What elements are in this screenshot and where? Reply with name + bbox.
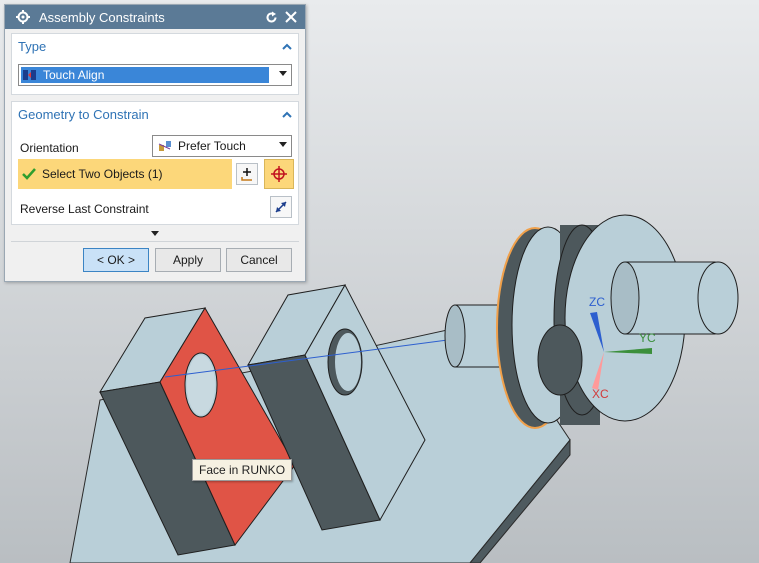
geometry-group: Geometry to Constrain Orientation Prefer… (11, 101, 299, 225)
reset-icon[interactable] (263, 9, 279, 25)
touch-align-icon (21, 69, 39, 81)
assembly-constraints-dialog: Assembly Constraints Type Touch Align Ge… (4, 4, 306, 282)
geometry-group-header[interactable]: Geometry to Constrain (12, 102, 298, 126)
type-group-label: Type (18, 38, 47, 54)
type-selected-label: Touch Align (43, 68, 105, 82)
orientation-label: Orientation (20, 141, 79, 155)
dialog-titlebar[interactable]: Assembly Constraints (5, 5, 305, 29)
geometry-group-label: Geometry to Constrain (18, 106, 149, 122)
gear-icon[interactable] (15, 9, 31, 25)
cancel-button[interactable]: Cancel (226, 248, 292, 272)
select-objects-row[interactable]: Select Two Objects (1) (18, 159, 232, 189)
orientation-value: Prefer Touch (178, 139, 246, 153)
collapse-icon[interactable] (280, 107, 294, 121)
dialog-title: Assembly Constraints (39, 9, 165, 25)
close-icon[interactable] (283, 9, 299, 25)
axis-label-xc: XC (592, 387, 609, 401)
apply-button[interactable]: Apply (155, 248, 221, 272)
checkmark-icon (22, 168, 38, 180)
type-group-header[interactable]: Type (12, 34, 298, 58)
type-group: Type Touch Align (11, 33, 299, 95)
dialog-divider (11, 241, 299, 242)
select-objects-label: Select Two Objects (1) (42, 167, 163, 181)
type-dropdown[interactable]: Touch Align (18, 64, 292, 86)
axis-label-yc: YC (639, 331, 656, 345)
chevron-down-icon[interactable] (279, 142, 287, 147)
axis-label-zc: ZC (589, 295, 605, 309)
point-dialog-button[interactable] (264, 159, 294, 189)
type-selected-highlight: Touch Align (21, 67, 269, 83)
selection-tooltip: Face in RUNKO (192, 459, 293, 481)
prefer-touch-icon (155, 140, 175, 152)
add-selection-button[interactable] (236, 163, 258, 185)
collapse-icon[interactable] (280, 39, 294, 53)
reverse-constraint-label: Reverse Last Constraint (20, 202, 149, 216)
chevron-down-icon[interactable] (279, 71, 287, 76)
expand-more-icon[interactable] (151, 231, 159, 236)
reverse-constraint-button[interactable] (270, 196, 292, 218)
ok-button[interactable]: < OK > (83, 248, 149, 272)
orientation-dropdown[interactable]: Prefer Touch (152, 135, 292, 157)
